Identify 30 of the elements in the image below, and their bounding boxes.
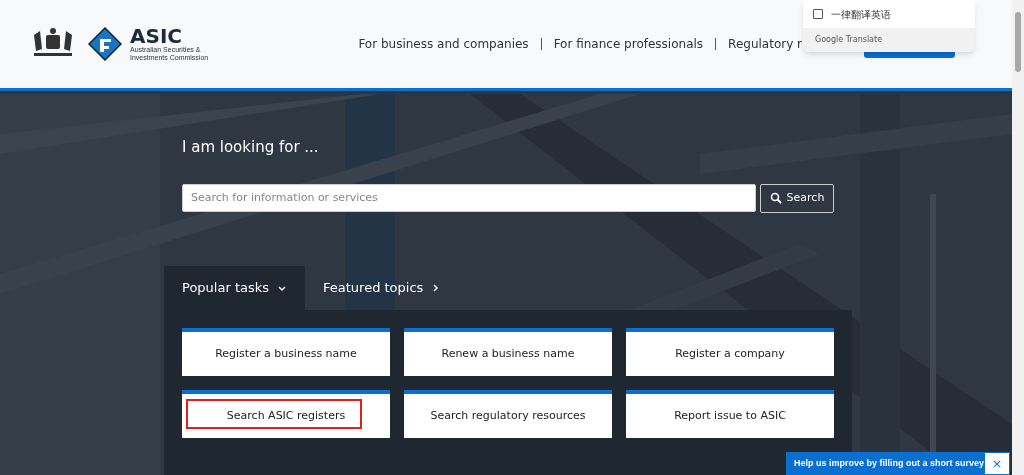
tab[interactable]: Featured topics <box>305 266 460 310</box>
task-label: Register a business name <box>215 345 357 362</box>
task-card[interactable]: Register a business name <box>182 328 390 376</box>
search-button[interactable]: Search <box>760 183 834 213</box>
survey-text: Help us improve by filling out a short survey <box>794 456 985 470</box>
chevron-down-icon <box>277 283 287 293</box>
task-label: Search regulatory resources <box>430 407 586 424</box>
close-button[interactable]: × <box>985 453 1009 474</box>
nav-link[interactable]: Regulatory r <box>728 35 802 53</box>
task-card[interactable]: Search ASIC registers <box>182 390 390 438</box>
hero-heading: I am looking for ... <box>182 137 320 158</box>
task-card[interactable]: Renew a business name <box>404 328 612 376</box>
nav-link[interactable]: For finance professionals <box>553 35 704 53</box>
tab[interactable]: Popular tasks <box>164 266 305 310</box>
task-label: Search ASIC registers <box>226 407 346 424</box>
diamond-logo-icon <box>88 27 122 61</box>
task-card[interactable]: Register a company <box>626 328 834 376</box>
nav-link[interactable]: For business and companies <box>358 35 529 53</box>
task-label: Register a company <box>675 345 785 362</box>
task-card[interactable]: Search regulatory resources <box>404 390 612 438</box>
scrollbar[interactable] <box>1012 0 1024 475</box>
translate-option[interactable]: 一律翻译英语 <box>803 0 975 28</box>
task-label: Report issue to ASIC <box>674 407 786 424</box>
search-field[interactable]: Search for information or services <box>182 183 756 212</box>
search-icon <box>769 192 782 204</box>
task-label: Renew a business name <box>441 345 575 362</box>
logo-title: ASIC <box>130 26 182 46</box>
checkbox[interactable] <box>813 9 823 19</box>
popup-footer: Google Translate <box>803 28 975 52</box>
task-card[interactable]: Report issue to ASIC <box>626 390 834 438</box>
